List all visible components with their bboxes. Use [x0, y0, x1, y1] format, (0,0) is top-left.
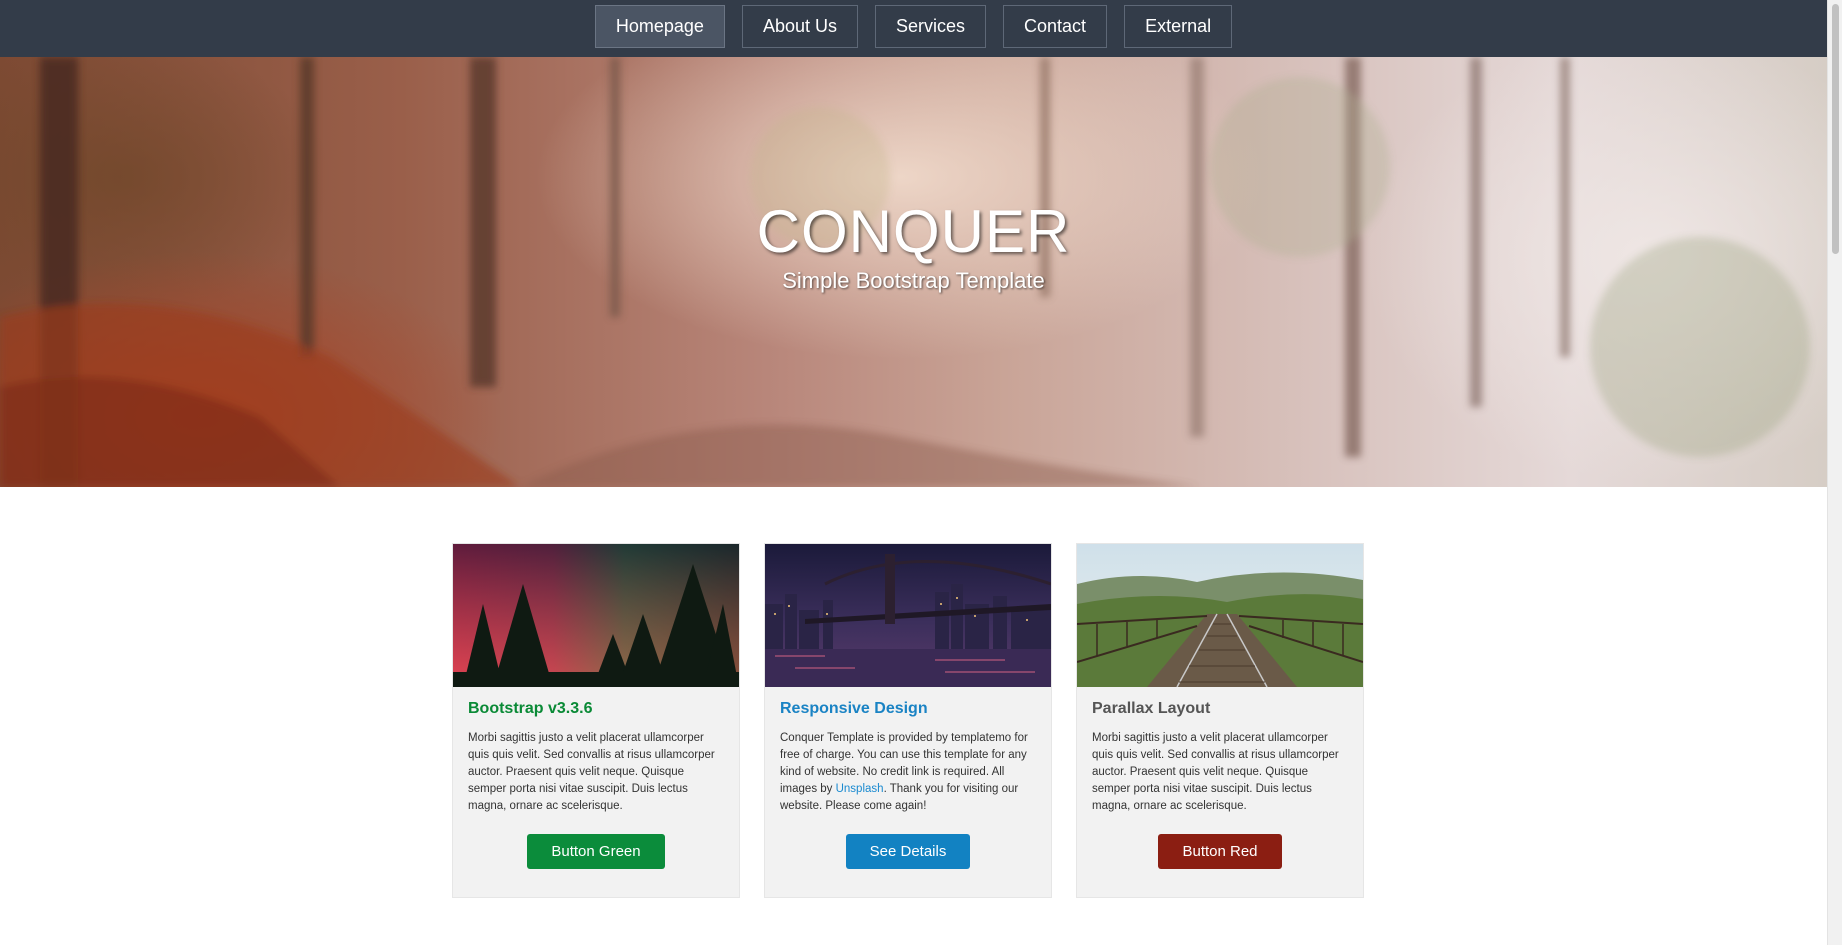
nav-item-external[interactable]: External [1124, 5, 1233, 48]
unsplash-link[interactable]: Unsplash [836, 783, 884, 795]
page: Homepage About Us Services Contact Exter… [0, 0, 1842, 945]
card-bootstrap: Bootstrap v3.3.6 Morbi sagittis justo a … [452, 543, 740, 898]
card-title: Responsive Design [780, 700, 928, 717]
nav-item-contact[interactable]: Contact [1003, 5, 1108, 48]
card-text: Morbi sagittis justo a velit placerat ul… [468, 732, 715, 812]
card-body: Parallax Layout Morbi sagittis justo a v… [1077, 687, 1363, 869]
button-red[interactable]: Button Red [1158, 834, 1282, 869]
card-title: Parallax Layout [1092, 700, 1211, 717]
see-details-button[interactable]: See Details [845, 834, 971, 869]
feature-cards: Bootstrap v3.3.6 Morbi sagittis justo a … [452, 543, 1364, 898]
card-responsive: Responsive Design Conquer Template is pr… [764, 543, 1052, 898]
nav-item-services[interactable]: Services [874, 5, 987, 48]
scrollbar-thumb[interactable] [1832, 4, 1839, 254]
hero-banner: CONQUER Simple Bootstrap Template [0, 57, 1827, 487]
nav-item-homepage[interactable]: Homepage [594, 5, 725, 48]
card-title: Bootstrap v3.3.6 [468, 700, 593, 717]
card-parallax: Parallax Layout Morbi sagittis justo a v… [1076, 543, 1364, 898]
button-green[interactable]: Button Green [527, 834, 665, 869]
nav-menu: Homepage About Us Services Contact Exter… [594, 5, 1233, 48]
bridge-city-image [765, 544, 1051, 687]
nav-item-about-us[interactable]: About Us [741, 5, 858, 48]
card-text: Morbi sagittis justo a velit placerat ul… [1092, 732, 1339, 812]
hero-title: CONQUER [756, 198, 1071, 265]
aurora-forest-image [453, 544, 739, 687]
railway-bridge-image [1077, 544, 1363, 687]
card-text: Conquer Template is provided by template… [780, 730, 1036, 824]
hero-subtitle: Simple Bootstrap Template [782, 268, 1045, 293]
vertical-scrollbar[interactable] [1827, 0, 1842, 945]
card-body: Bootstrap v3.3.6 Morbi sagittis justo a … [453, 687, 739, 869]
card-body: Responsive Design Conquer Template is pr… [765, 687, 1051, 869]
top-navbar: Homepage About Us Services Contact Exter… [0, 0, 1827, 57]
hero-text: CONQUER Simple Bootstrap Template [0, 197, 1827, 294]
